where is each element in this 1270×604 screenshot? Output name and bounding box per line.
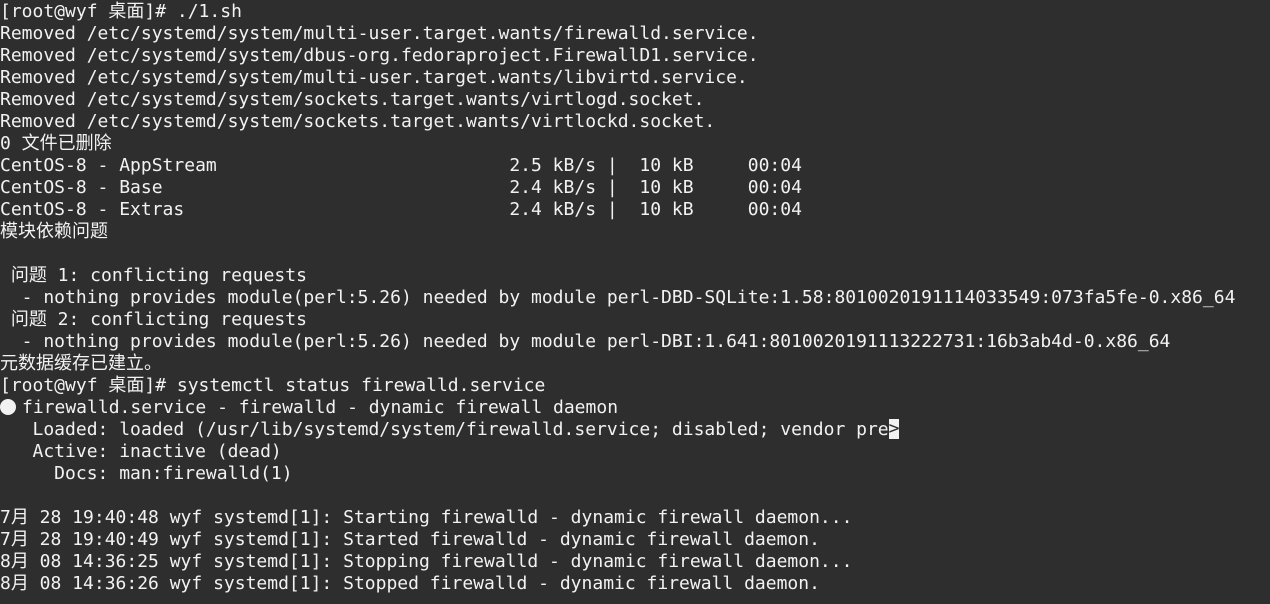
output-line: Removed /etc/systemd/system/multi-user.t… (0, 23, 759, 44)
text-cursor: > (888, 419, 899, 439)
journal-log-line: 7月 28 19:40:49 wyf systemd[1]: Started f… (0, 529, 820, 550)
repo-progress-line: CentOS-8 - Base 2.4 kB/s | 10 kB 00:04 (0, 177, 802, 198)
service-status-line: Active: inactive (dead) (0, 441, 282, 462)
prompt-line: [root@wyf 桌面]# ./1.sh (0, 1, 242, 22)
problem-line: 问题 2: conflicting requests (0, 309, 307, 330)
output-line: Removed /etc/systemd/system/multi-user.t… (0, 67, 748, 88)
problem-detail-line: - nothing provides module(perl:5.26) nee… (0, 287, 1236, 308)
status-dot-icon (0, 399, 16, 415)
output-line: Removed /etc/systemd/system/sockets.targ… (0, 89, 705, 110)
terminal-window[interactable]: [root@wyf 桌面]# ./1.sh Removed /etc/syste… (0, 0, 1270, 604)
journal-log-line: 7月 28 19:40:48 wyf systemd[1]: Starting … (0, 507, 853, 528)
prompt-line: [root@wyf 桌面]# systemctl status firewall… (0, 375, 546, 396)
output-line: 0 文件已删除 (0, 133, 112, 154)
repo-progress-line: CentOS-8 - Extras 2.4 kB/s | 10 kB 00:04 (0, 199, 802, 220)
service-loaded-line: Loaded: loaded (/usr/lib/systemd/system/… (0, 419, 1270, 441)
journal-log-line: 8月 08 14:36:25 wyf systemd[1]: Stopping … (0, 551, 853, 572)
output-line: 模块依赖问题 (0, 221, 108, 242)
problem-detail-line: - nothing provides module(perl:5.26) nee… (0, 331, 1171, 352)
service-status-line: Docs: man:firewalld(1) (0, 463, 293, 484)
repo-progress-line: CentOS-8 - AppStream 2.5 kB/s | 10 kB 00… (0, 155, 802, 176)
output-line: Removed /etc/systemd/system/dbus-org.fed… (0, 45, 759, 66)
output-line: Removed /etc/systemd/system/sockets.targ… (0, 111, 716, 132)
service-status-header: firewalld.service - firewalld - dynamic … (0, 397, 1270, 419)
problem-line: 问题 1: conflicting requests (0, 265, 307, 286)
output-line: 元数据缓存已建立。 (0, 353, 162, 374)
service-loaded-text: Loaded: loaded (/usr/lib/systemd/system/… (0, 419, 889, 440)
journal-log-line: 8月 08 14:36:26 wyf systemd[1]: Stopped f… (0, 573, 820, 594)
service-status-title: firewalld.service - firewalld - dynamic … (22, 397, 619, 418)
